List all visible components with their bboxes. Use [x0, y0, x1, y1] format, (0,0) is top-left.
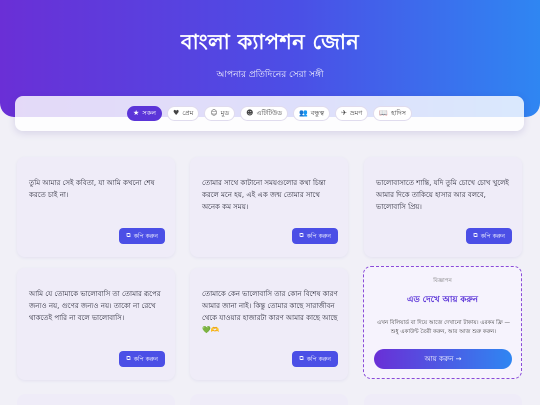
filter-chip-label: এটিটিউড [256, 109, 283, 117]
filter-chip-mood[interactable]: ☺ মুড [204, 106, 236, 121]
site-title: বাংলা ক্যাপশন জোন [180, 30, 360, 54]
copy-button[interactable]: ⧉ কপি করুন [119, 228, 165, 244]
copy-icon: ⧉ [126, 355, 131, 362]
caption-text: ভালোবাসাতে শান্তি, যদি তুমি চোখে চোখ খুল… [376, 179, 509, 211]
filter-chip-label: বন্ধুত্ব [310, 109, 325, 117]
copy-icon: ⧉ [299, 232, 304, 239]
filter-chip-label: সকল [142, 109, 157, 117]
caption-card-partial [17, 394, 175, 405]
friends-icon: 👥 [299, 109, 308, 117]
filter-chip-love[interactable]: ♥ প্রেম [167, 106, 200, 121]
copy-button-label: কপি করুন [133, 355, 158, 363]
filter-chip-label: প্রেম [182, 109, 194, 117]
copy-icon: ⧉ [299, 355, 304, 362]
star-icon: ★ [133, 109, 140, 117]
copy-icon: ⧉ [126, 232, 131, 239]
copy-icon: ⧉ [473, 232, 478, 239]
caption-text: আমি যে তোমাকে ভালোবাসি তা তোমার রূপের জন… [29, 290, 161, 322]
filter-chip-hadith[interactable]: 📖 হাদিস [373, 106, 412, 121]
ad-card: বিজ্ঞাপন এড দেখে আয় করুন এখন বিলিয়ার্ড… [363, 266, 522, 379]
caption-card: আমি যে তোমাকে ভালোবাসি তা তোমার রূপের জন… [17, 268, 175, 380]
copy-button-label: কপি করুন [133, 232, 158, 240]
filter-chip-travel[interactable]: ✈ ভ্রমণ [335, 106, 369, 121]
caption-card: ভালোবাসাতে শান্তি, যদি তুমি চোখে চোখ খুল… [364, 157, 522, 257]
copy-button-label: কপি করুন [306, 232, 331, 240]
caption-card: তোমাকে কেন ভালোবাসি তার কোন বিশেষ কারণ আ… [190, 268, 348, 380]
earn-button[interactable]: আয় করুন → [374, 349, 512, 369]
caption-text: তুমি আমার সেই কবিতা, যা আমি কখনো শেষ করত… [29, 179, 155, 199]
attitude-face-icon: ☻ [246, 109, 254, 117]
filter-chip-label: ভ্রমণ [350, 109, 363, 117]
site-subtitle: আপনার প্রতিদিনের সেরা সঙ্গী [216, 70, 324, 80]
filter-chip-label: মুড [220, 109, 230, 117]
copy-button[interactable]: ⧉ কপি করুন [292, 228, 338, 244]
ad-tag: বিজ্ঞাপন [433, 278, 452, 284]
caption-text: তোমাকে কেন ভালোবাসি তার কোন বিশেষ কারণ আ… [202, 290, 338, 334]
caption-card: তুমি আমার সেই কবিতা, যা আমি কখনো শেষ করত… [17, 157, 175, 257]
copy-button[interactable]: ⧉ কপি করুন [119, 351, 165, 367]
plane-icon: ✈ [341, 109, 348, 117]
copy-button-label: কপি করুন [306, 355, 331, 363]
book-icon: 📖 [379, 109, 389, 117]
caption-text: তোমার সাথে কাটানো সময়গুলোর কথা চিন্তা ক… [202, 179, 326, 211]
copy-button-label: কপি করুন [480, 232, 505, 240]
copy-button[interactable]: ⧉ কপি করুন [292, 351, 338, 367]
filter-chip-attitude[interactable]: ☻ এটিটিউড [240, 106, 289, 121]
ad-description: এখন বিলিয়ার্ড বা দিয়ে আজে দেখানো টাকায… [377, 320, 510, 335]
caption-card-partial [364, 394, 522, 405]
filter-chip-all[interactable]: ★ সকল [127, 106, 163, 121]
smile-icon: ☺ [210, 109, 218, 117]
ad-title: এড দেখে আয় করুন [407, 295, 478, 305]
filter-chip-label: হাদিস [391, 109, 406, 117]
copy-button[interactable]: ⧉ কপি করুন [466, 228, 512, 244]
caption-card-partial [190, 394, 348, 405]
filter-chip-friendship[interactable]: 👥 বন্ধুত্ব [293, 106, 331, 121]
category-filter-bar: ★ সকল ♥ প্রেম ☺ মুড ☻ এটিটিউড 👥 বন্ধুত্ব… [15, 96, 524, 131]
heart-icon: ♥ [173, 109, 180, 117]
caption-card: তোমার সাথে কাটানো সময়গুলোর কথা চিন্তা ক… [190, 157, 348, 257]
